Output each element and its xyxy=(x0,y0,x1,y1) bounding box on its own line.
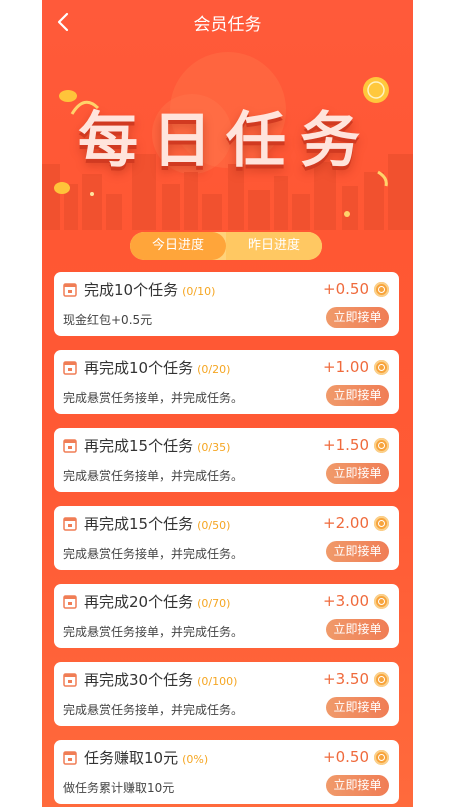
task-card: 再完成20个任务 (0/70) +3.00 完成悬赏任务接单，并完成任务。 立即接… xyxy=(54,584,399,648)
task-description: 现金红包+0.5元 xyxy=(63,313,153,327)
task-calendar-icon xyxy=(63,439,77,453)
task-reward: +2.00 xyxy=(323,514,369,532)
task-card: 再完成30个任务 (0/100) +3.50 完成悬赏任务接单，并完成任务。 立即… xyxy=(54,662,399,726)
task-calendar-icon xyxy=(63,673,77,687)
page-title: 会员任务 xyxy=(193,15,262,35)
task-calendar-icon xyxy=(63,361,77,375)
task-progress: (0/20) xyxy=(197,363,231,376)
task-reward: +0.50 xyxy=(323,280,369,298)
accept-task-button[interactable]: 立即接单 xyxy=(326,775,389,796)
accept-task-button[interactable]: 立即接单 xyxy=(326,307,389,328)
task-calendar-icon xyxy=(63,283,77,297)
task-progress: (0/70) xyxy=(197,597,231,610)
task-title: 再完成15个任务 (0/50) xyxy=(84,515,231,533)
task-reward: +1.50 xyxy=(323,436,369,454)
coin-icon xyxy=(374,672,389,687)
task-title: 完成10个任务 (0/10) xyxy=(84,281,216,299)
tab-yesterday[interactable]: 昨日进度 xyxy=(226,232,322,260)
accept-task-button[interactable]: 立即接单 xyxy=(326,619,389,640)
coin-icon xyxy=(374,282,389,297)
hero-banner: 每日任务 xyxy=(42,44,413,230)
nav-header: 会员任务 xyxy=(42,0,413,44)
task-card: 再完成15个任务 (0/35) +1.50 完成悬赏任务接单，并完成任务。 立即接… xyxy=(54,428,399,492)
task-description: 做任务累计赚取10元 xyxy=(63,781,175,795)
task-card: 完成10个任务 (0/10) +0.50 现金红包+0.5元 立即接单 xyxy=(54,272,399,336)
task-progress: (0%) xyxy=(182,753,209,766)
task-calendar-icon xyxy=(63,751,77,765)
task-description: 完成悬赏任务接单，并完成任务。 xyxy=(63,625,244,639)
hero-title: 每日任务 xyxy=(78,106,374,176)
task-reward: +0.50 xyxy=(323,748,369,766)
coin-icon xyxy=(374,516,389,531)
coin-icon xyxy=(374,360,389,375)
task-reward: +3.00 xyxy=(323,592,369,610)
task-progress: (0/35) xyxy=(197,441,231,454)
task-title: 任务赚取10元 (0%) xyxy=(84,749,209,767)
coin-icon xyxy=(374,438,389,453)
task-description: 完成悬赏任务接单，并完成任务。 xyxy=(63,703,244,717)
accept-task-button[interactable]: 立即接单 xyxy=(326,385,389,406)
task-card: 再完成15个任务 (0/50) +2.00 完成悬赏任务接单，并完成任务。 立即接… xyxy=(54,506,399,570)
task-description: 完成悬赏任务接单，并完成任务。 xyxy=(63,469,244,483)
task-calendar-icon xyxy=(63,517,77,531)
task-title: 再完成15个任务 (0/35) xyxy=(84,437,231,455)
task-progress: (0/10) xyxy=(182,285,216,298)
task-title: 再完成30个任务 (0/100) xyxy=(84,671,238,689)
app-screen: 会员任务 每日任务 今日进度 昨日进度 完成10个任务 (0/10) +0.50… xyxy=(42,0,413,807)
task-card: 再完成10个任务 (0/20) +1.00 完成悬赏任务接单，并完成任务。 立即接… xyxy=(54,350,399,414)
coin-icon xyxy=(374,750,389,765)
task-progress: (0/50) xyxy=(197,519,231,532)
task-description: 完成悬赏任务接单，并完成任务。 xyxy=(63,547,244,561)
tab-today[interactable]: 今日进度 xyxy=(130,232,226,260)
task-card: 任务赚取10元 (0%) +0.50 做任务累计赚取10元 立即接单 xyxy=(54,740,399,804)
accept-task-button[interactable]: 立即接单 xyxy=(326,541,389,562)
task-progress: (0/100) xyxy=(197,675,238,688)
progress-tabs: 今日进度 昨日进度 xyxy=(130,232,322,260)
task-title: 再完成10个任务 (0/20) xyxy=(84,359,231,377)
task-reward: +3.50 xyxy=(323,670,369,688)
task-description: 完成悬赏任务接单，并完成任务。 xyxy=(63,391,244,405)
task-reward: +1.00 xyxy=(323,358,369,376)
accept-task-button[interactable]: 立即接单 xyxy=(326,697,389,718)
coin-icon xyxy=(374,594,389,609)
task-title: 再完成20个任务 (0/70) xyxy=(84,593,231,611)
accept-task-button[interactable]: 立即接单 xyxy=(326,463,389,484)
task-calendar-icon xyxy=(63,595,77,609)
